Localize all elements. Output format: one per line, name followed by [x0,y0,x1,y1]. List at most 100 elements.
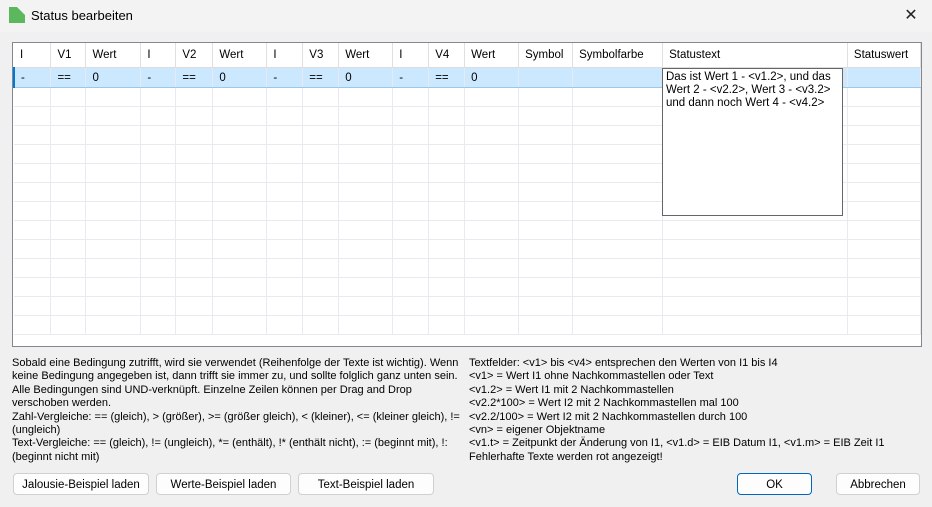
table-cell[interactable] [428,220,466,240]
table-cell[interactable]: == [50,67,87,88]
table-cell[interactable] [50,125,87,145]
table-cell[interactable] [85,182,142,202]
table-cell[interactable] [338,163,394,183]
table-cell[interactable] [464,106,520,126]
column-header[interactable]: V1 [50,43,87,68]
table-cell[interactable] [302,296,340,316]
table-cell[interactable]: == [302,67,340,88]
table-cell[interactable] [140,144,177,164]
table-cell[interactable] [338,296,394,316]
table-cell[interactable] [572,106,664,126]
table-cell[interactable] [302,106,340,126]
table-cell[interactable]: == [175,67,214,88]
table-cell[interactable] [428,144,466,164]
table-cell[interactable] [14,220,52,240]
table-cell[interactable] [338,239,394,259]
table-cell[interactable] [50,277,87,297]
table-cell[interactable] [14,106,52,126]
table-cell[interactable] [266,125,304,145]
table-cell[interactable] [14,239,52,259]
column-header[interactable]: V4 [428,43,466,68]
table-cell[interactable] [392,106,430,126]
table-cell[interactable] [847,182,921,202]
table-cell[interactable] [175,87,214,107]
table-cell[interactable] [302,144,340,164]
column-header[interactable]: Statustext [662,43,848,68]
table-cell[interactable] [302,239,340,259]
table-cell[interactable] [428,201,466,221]
statustext-editor[interactable]: Das ist Wert 1 - <v1.2>, und das Wert 2 … [662,68,843,216]
table-cell[interactable] [338,144,394,164]
table-cell[interactable] [847,296,921,316]
empty-table-row[interactable] [14,277,921,297]
table-cell[interactable] [212,182,268,202]
table-cell[interactable] [338,125,394,145]
table-cell[interactable] [50,87,87,107]
table-cell[interactable] [518,106,574,126]
table-cell[interactable] [175,144,214,164]
table-cell[interactable] [50,163,87,183]
table-cell[interactable] [428,87,466,107]
table-cell[interactable] [572,201,664,221]
table-cell[interactable] [572,144,664,164]
table-cell[interactable] [85,277,142,297]
column-header[interactable]: Symbolfarbe [572,43,664,68]
status-table[interactable]: I V1 Wert I V2 Wert I V3 Wert I V4 Wert Symbol Symbol… [12,42,922,347]
column-header[interactable]: V3 [302,43,340,68]
table-cell[interactable] [212,163,268,183]
table-cell[interactable] [464,296,520,316]
table-cell[interactable] [175,220,214,240]
table-cell[interactable] [140,163,177,183]
column-header[interactable]: I [392,43,430,68]
table-cell[interactable] [50,182,87,202]
table-cell[interactable] [847,106,921,126]
table-cell[interactable] [50,239,87,259]
table-cell[interactable] [140,201,177,221]
table-cell[interactable] [85,125,142,145]
table-cell[interactable] [14,258,52,278]
table-cell[interactable] [212,220,268,240]
table-cell[interactable]: 0 [212,67,268,88]
table-cell[interactable] [212,315,268,335]
table-cell[interactable] [212,277,268,297]
empty-table-row[interactable] [14,258,921,278]
table-cell[interactable] [662,296,848,316]
column-header[interactable]: I [140,43,177,68]
table-cell[interactable] [212,258,268,278]
table-cell[interactable] [847,67,921,88]
table-cell[interactable] [338,106,394,126]
table-cell[interactable] [464,163,520,183]
table-cell[interactable] [428,106,466,126]
table-cell[interactable] [572,182,664,202]
table-cell[interactable] [50,106,87,126]
column-header[interactable]: Wert [212,43,268,68]
table-cell[interactable] [302,315,340,335]
table-cell[interactable] [50,258,87,278]
table-cell[interactable] [428,315,466,335]
table-cell[interactable]: 0 [85,67,142,88]
table-cell[interactable] [338,258,394,278]
table-cell[interactable] [518,144,574,164]
table-cell[interactable] [175,277,214,297]
table-cell[interactable] [518,87,574,107]
table-cell[interactable] [266,296,304,316]
table-cell[interactable] [572,163,664,183]
table-cell[interactable] [140,125,177,145]
table-cell[interactable] [266,277,304,297]
table-cell[interactable] [428,296,466,316]
table-cell[interactable] [85,258,142,278]
table-cell[interactable] [302,220,340,240]
table-cell[interactable] [847,258,921,278]
table-cell[interactable] [338,87,394,107]
table-cell[interactable] [518,296,574,316]
table-cell[interactable] [14,296,52,316]
table-cell[interactable] [464,258,520,278]
table-cell[interactable] [175,296,214,316]
table-cell[interactable] [464,125,520,145]
table-cell[interactable] [518,67,574,88]
table-cell[interactable] [175,163,214,183]
table-cell[interactable] [266,144,304,164]
table-cell[interactable] [847,315,921,335]
table-cell[interactable] [14,87,52,107]
ok-button[interactable]: OK [737,473,812,495]
